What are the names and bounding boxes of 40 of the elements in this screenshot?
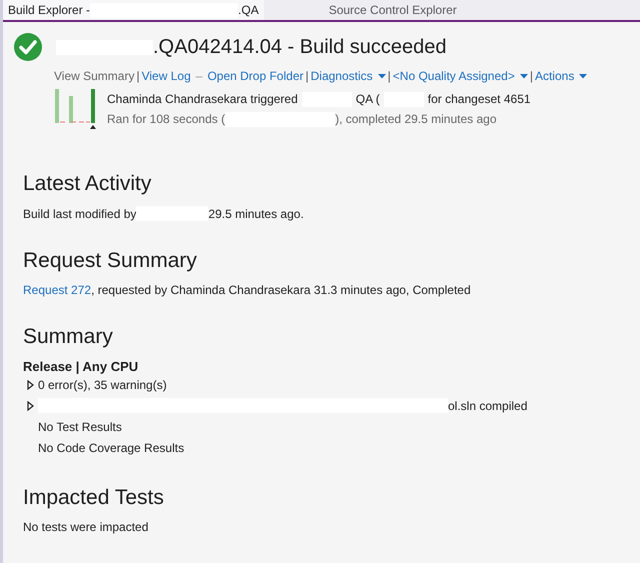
summary-link[interactable]: View Summary	[54, 69, 134, 83]
section-heading: Impacted Tests	[23, 485, 165, 511]
configuration-label: Release | Any CPU	[23, 359, 140, 374]
duration-text: Ran for 108 seconds (	[107, 112, 226, 126]
activity-text: Build last modified by	[23, 206, 136, 220]
dropdown-link[interactable]: <No Quality Assigned>	[392, 69, 528, 83]
trigger-text: for changeset 4651	[428, 92, 531, 106]
build-title: .QA042414.04 - Build succeeded	[153, 36, 447, 58]
request-link[interactable]: Request 272	[23, 283, 92, 297]
duration-text: ), completed 29.5 minutes ago	[335, 112, 497, 126]
summary-link[interactable]: Open Drop Folder	[207, 69, 304, 83]
dropdown-link[interactable]: Actions	[534, 69, 588, 83]
caret-icon[interactable]	[520, 74, 528, 78]
activity-text: 29.5 minutes ago.	[208, 206, 304, 220]
dropdown-link[interactable]: Diagnostics	[310, 69, 386, 83]
separator-mark: |	[530, 69, 533, 83]
caret-icon[interactable]	[579, 74, 588, 78]
summary-link[interactable]: View Log	[142, 69, 191, 83]
request-text: , requested by Chaminda Chandrasekara 31.3 minutes ago, Completed	[91, 283, 471, 297]
section-heading: Summary	[23, 324, 114, 350]
separator-mark: |	[136, 69, 140, 83]
summary-item-text: ol.sln compiled	[448, 398, 528, 412]
summary-item-text: 0 error(s), 35 warning(s)	[38, 378, 167, 392]
section-heading: Request Summary	[23, 248, 198, 274]
summary-item-text: No Code Coverage Results	[38, 440, 184, 454]
build-history-drawing	[55, 89, 97, 129]
document-tab[interactable]: Build Explorer - .QA	[3, 0, 264, 20]
trigger-text: Chaminda Chandrasekara triggered	[107, 92, 298, 106]
expand-icon[interactable]	[27, 380, 34, 390]
impacted-text: No tests were impacted	[23, 520, 150, 534]
expand-icon[interactable]	[27, 400, 34, 410]
separator-mark: |	[305, 69, 309, 83]
document-tab[interactable]: Source Control Explorer	[324, 0, 462, 20]
trigger-text: QA (	[356, 92, 380, 106]
success-check-icon	[14, 33, 42, 61]
separator-mark: |	[388, 69, 391, 83]
separator-mark: –	[196, 69, 202, 83]
caret-icon[interactable]	[378, 74, 386, 78]
section-heading: Latest Activity	[23, 171, 152, 197]
summary-item-text: No Test Results	[38, 420, 122, 434]
